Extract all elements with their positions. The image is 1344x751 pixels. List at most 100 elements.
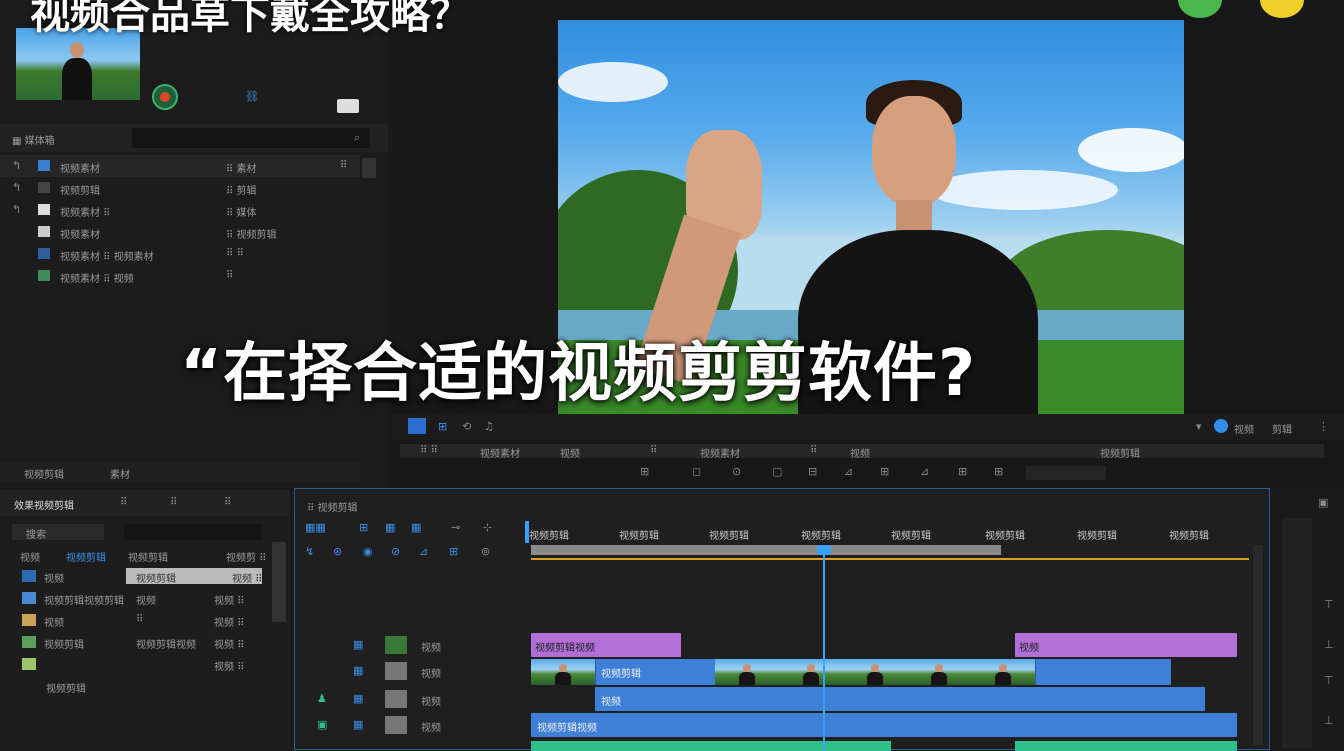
tool-icon[interactable]: ⊘ [391, 545, 400, 558]
playhead[interactable] [823, 545, 825, 751]
toggle-icon[interactable] [1214, 419, 1228, 433]
control-icon[interactable]: ⊞ [994, 465, 1003, 478]
list-item[interactable]: ↰ 视频素材 ⠿ 素材 ⠿ [0, 155, 360, 177]
track-lock-icon[interactable]: ▦ [353, 638, 363, 651]
list-item[interactable]: 视频素材 ⠿ 视频剪辑 [0, 221, 360, 243]
timeline-clip[interactable]: 视频 [595, 687, 1205, 711]
play-icon[interactable] [408, 418, 426, 434]
timeline-clip[interactable]: 视频剪辑 [531, 659, 1171, 685]
list-item[interactable]: 视频 ⠿ 视频 ⠿ [0, 610, 268, 630]
clip-label: 视频剪辑视频 [537, 723, 597, 734]
control-icon[interactable]: ◻ [692, 465, 701, 478]
marker-tool-icon[interactable]: ⊥ [1324, 714, 1334, 727]
clip-label: 视频剪辑视频 [535, 643, 595, 654]
list-item[interactable]: ↰ 视频剪辑 ⠿ 剪辑 [0, 177, 360, 199]
tool-icon[interactable]: ⊞ [449, 545, 458, 558]
track-header-2[interactable]: ▦ 视频 [305, 659, 525, 683]
timeline-clip[interactable]: 视频剪辑视频 [531, 633, 681, 657]
control-icon[interactable]: ⊿ [920, 465, 929, 478]
work-area-bar[interactable] [531, 545, 1001, 555]
effects-search-input[interactable] [124, 524, 262, 540]
media-scrollbar[interactable] [362, 158, 376, 178]
list-item[interactable]: 视频剪辑 视频剪辑视频 视频 ⠿ [0, 632, 268, 652]
media-search-input[interactable] [132, 128, 370, 148]
volume-icon[interactable]: ♫ [484, 420, 494, 433]
chevron-icon: ↰ [12, 181, 22, 194]
list-item-value: ⠿ 视频剪辑 [226, 230, 277, 241]
list-item[interactable]: 视频素材 ⠿ 视频素材 ⠿ ⠿ [0, 243, 360, 265]
playhead-handle[interactable] [817, 545, 831, 555]
list-item[interactable]: 视频剪辑视频剪辑 视频 视频 ⠿ [0, 588, 268, 608]
track-lock-icon[interactable]: ▦ [353, 718, 363, 731]
link-icon[interactable]: ⛓ [245, 90, 259, 103]
timeline-scroll-marker[interactable] [525, 521, 529, 543]
tool-icon[interactable]: ⊛ [333, 545, 342, 558]
effects-scrollbar[interactable] [272, 542, 286, 622]
marker-tool-icon[interactable]: ⊤ [1324, 674, 1334, 687]
tab-item[interactable]: ⠿ [170, 497, 177, 508]
search-label: 搜索 [26, 530, 46, 541]
zoom-slider[interactable] [1026, 466, 1106, 480]
loop-icon[interactable]: ⟲ [462, 420, 471, 433]
tool-icon[interactable]: ↯ [305, 545, 314, 558]
menu-icon[interactable]: ⋮ [1318, 420, 1329, 433]
track-header-3[interactable]: ♟ ▦ 视频 [305, 687, 525, 711]
search-icon[interactable]: ⌕ [354, 131, 360, 145]
window-control-yellow[interactable] [1260, 0, 1304, 18]
clip-thumbnail [531, 659, 596, 685]
tool-icon[interactable]: ⊿ [419, 545, 428, 558]
ruler-label: 视频 [560, 449, 580, 460]
preview-panel: ⊞ ⟲ ♫ ▾ 视频 剪辑 ⋮ ⠿ ⠿ 视频素材 视频 ⠿ 视频素材 ⠿ 视频 … [392, 0, 1344, 488]
control-icon[interactable]: ⊞ [958, 465, 967, 478]
control-icon[interactable]: ⊿ [844, 465, 853, 478]
control-icon[interactable]: ⊞ [880, 465, 889, 478]
media-panel-footer: 视频剪辑 素材 [0, 462, 360, 482]
effect-name: 视频 [44, 574, 64, 585]
tab-effects[interactable]: 效果视频剪辑 [14, 497, 74, 512]
file-icon [38, 182, 50, 193]
control-icon[interactable]: ⊟ [808, 465, 817, 478]
control-icon[interactable]: ⊙ [732, 465, 741, 478]
trash-icon[interactable]: ▣ [1318, 496, 1328, 509]
tool-icon[interactable]: ◉ [363, 545, 373, 558]
track-lock-icon[interactable]: ▦ [353, 664, 363, 677]
tool-icon[interactable]: ⊹ [483, 521, 492, 534]
marker-icon[interactable]: ⊞ [438, 420, 447, 433]
tool-icon[interactable]: ▦▦ [305, 521, 326, 534]
tool-icon[interactable]: ▦ [385, 521, 395, 534]
control-icon[interactable]: ⊞ [640, 465, 649, 478]
tool-icon[interactable]: ▦ [411, 521, 421, 534]
ruler-label: ⠿ ⠿ [420, 445, 438, 456]
record-icon[interactable] [152, 84, 178, 110]
media-panel: ⛓ ▦ 媒体箱 ⌕ ↰ 视频素材 ⠿ 素材 ⠿ ↰ 视频剪辑 ⠿ 剪辑 ↰ 视频… [0, 0, 388, 488]
camera-icon[interactable] [337, 99, 359, 113]
tab-item[interactable]: ⠿ [224, 497, 231, 508]
track-lock-icon[interactable]: ▦ [353, 692, 363, 705]
list-item[interactable]: ↰ 视频素材 ⠿ ⠿ 媒体 [0, 199, 360, 221]
list-item[interactable]: 视频 ⠿ [0, 654, 268, 674]
timeline-clip[interactable]: 视频 [1015, 633, 1237, 657]
marker-tool-icon[interactable]: ⊤ [1324, 598, 1334, 611]
list-item[interactable]: 视频 视频剪辑 视频 ⠿ [0, 566, 268, 586]
timeline-scrollbar[interactable] [1253, 545, 1263, 745]
file-icon [38, 160, 50, 171]
track-speaker-icon[interactable]: ▣ [317, 718, 327, 731]
timeline-clip[interactable]: 视频剪辑视频 [531, 713, 1237, 737]
track-mic-icon[interactable]: ♟ [317, 692, 327, 705]
window-control-green[interactable] [1178, 0, 1222, 18]
list-item[interactable]: 视频素材 ⠿ 视频 ⠿ [0, 265, 360, 287]
tool-icon[interactable]: ⊞ [359, 521, 368, 534]
marker-tool-icon[interactable]: ⊥ [1324, 638, 1334, 651]
scrub-ruler[interactable]: ⠿ ⠿ 视频素材 视频 ⠿ 视频素材 ⠿ 视频 视频剪辑 [400, 444, 1324, 460]
list-item-tail: ⠿ [340, 160, 348, 171]
tool-icon[interactable]: ⊚ [481, 545, 490, 558]
effects-search-button[interactable]: 搜索 [12, 524, 104, 541]
chevron-down-icon[interactable]: ▾ [1196, 420, 1202, 433]
control-icon[interactable]: ▢ [772, 465, 782, 478]
track-header-1[interactable]: ▦ 视频 [305, 633, 525, 657]
preview-toolbar-label: 视频 [1234, 425, 1254, 436]
timeline-ruler[interactable]: 视频剪辑 视频剪辑 视频剪辑 视频剪辑 视频剪辑 视频剪辑 视频剪辑 视频剪辑 [529, 523, 1249, 543]
track-header-4[interactable]: ▣ ▦ 视频 [305, 713, 525, 737]
tab-item[interactable]: ⠿ [120, 497, 127, 508]
tool-icon[interactable]: ⊸ [451, 521, 460, 534]
